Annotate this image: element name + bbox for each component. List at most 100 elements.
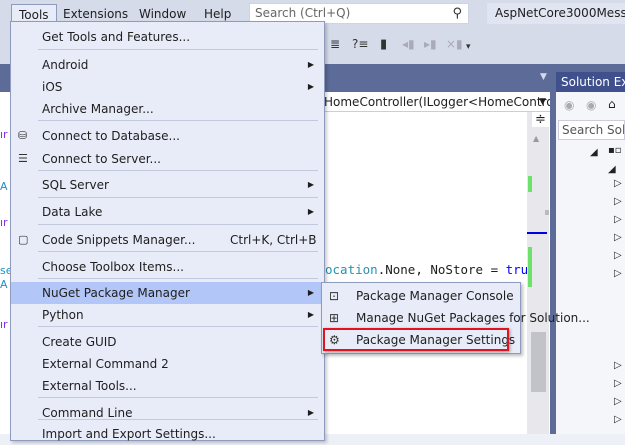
package-icon: ⊞ [329, 311, 340, 325]
menu-item-import-and-export-settings[interactable]: Import and Export Settings... [11, 423, 324, 445]
bookmark-icon[interactable]: ▮ [380, 37, 387, 52]
menu-item-connect-to-server[interactable]: ☰ Connect to Server... [11, 148, 324, 170]
tab-dropdown-icon[interactable]: ▼ [540, 72, 547, 82]
clear-bookmark-icon[interactable]: ×▮ [446, 37, 463, 51]
menu-item-ios[interactable]: iOS ▶ [11, 76, 324, 98]
comment-icon[interactable]: ?≡ [352, 37, 368, 51]
menu-item-label: iOS [42, 80, 63, 94]
menu-item-external-command-2[interactable]: External Command 2 [11, 353, 324, 375]
scroll-up-icon[interactable]: ▲ [533, 134, 539, 143]
submenu-item-manage-nuget-packages-for-solution[interactable]: ⊞ Manage NuGet Packages for Solution... [322, 307, 590, 329]
menu-item-label: Archive Manager... [42, 102, 154, 116]
snippet-icon: ▢ [18, 233, 29, 246]
change-marker [528, 176, 532, 192]
submenu-arrow-icon: ▶ [307, 60, 314, 69]
highlight-box [323, 328, 509, 351]
collapse-icon[interactable]: ▷ [614, 214, 622, 225]
submenu-arrow-icon: ▶ [307, 310, 314, 319]
menu-item-label: Command Line [42, 406, 133, 420]
forward-icon[interactable]: ◉ [586, 98, 596, 112]
scroll-thumb[interactable] [531, 332, 546, 392]
collapse-icon[interactable]: ▷ [614, 414, 622, 425]
submenu-arrow-icon: ▶ [307, 288, 314, 297]
menu-item-label: Import and Export Settings... [42, 427, 216, 441]
collapse-icon[interactable]: ▷ [614, 378, 622, 389]
window-title: AspNetCore3000Messag [487, 3, 625, 24]
database-icon: ⛁ [18, 129, 28, 142]
code-line: ocation.None, NoStore = true) [325, 262, 543, 277]
split-icon[interactable]: ≑ [532, 112, 549, 127]
solution-icon: ▪▫ [608, 145, 622, 156]
member-nav-label: HomeController(ILogger<HomeControl [324, 95, 550, 109]
back-icon[interactable]: ◉ [564, 98, 574, 112]
menu-item-label: Get Tools and Features... [42, 30, 191, 44]
menu-separator [38, 49, 318, 50]
menu-separator [38, 224, 318, 225]
submenu-arrow-icon: ▶ [307, 408, 314, 417]
collapse-icon[interactable]: ▷ [614, 196, 622, 207]
menu-item-label: Code Snippets Manager... [42, 233, 196, 247]
menu-separator [38, 251, 318, 252]
menu-separator [38, 278, 318, 279]
collapse-icon[interactable]: ▷ [614, 250, 622, 261]
menu-separator [38, 397, 318, 398]
expand-icon[interactable]: ◢ [608, 164, 616, 175]
collapse-icon[interactable]: ▷ [614, 268, 622, 279]
menu-separator [38, 326, 318, 327]
solution-explorer-title: Solution Exp [556, 72, 625, 92]
menu-item-external-tools[interactable]: External Tools... [11, 375, 324, 397]
menu-separator [38, 197, 318, 198]
menu-item-label: Python [42, 308, 84, 322]
menu-item-label: Connect to Server... [42, 152, 161, 166]
editor-scrollbar[interactable]: ≑ ▲ [527, 112, 549, 434]
collapse-icon[interactable]: ▷ [614, 360, 622, 371]
menu-separator [38, 120, 318, 121]
search-icon: ⚲ [452, 6, 462, 21]
menu-item-android[interactable]: Android ▶ [11, 54, 324, 76]
overflow-icon[interactable]: ▾ [466, 42, 471, 52]
submenu-item-label: Manage NuGet Packages for Solution... [356, 311, 590, 325]
menu-item-choose-toolbox-items[interactable]: Choose Toolbox Items... [11, 256, 324, 278]
menu-item-label: External Tools... [42, 379, 137, 393]
submenu-arrow-icon: ▶ [307, 180, 314, 189]
submenu-arrow-icon: ▶ [307, 207, 314, 216]
menu-item-label: SQL Server [42, 178, 109, 192]
menu-item-create-guid[interactable]: Create GUID [11, 331, 324, 353]
submenu-item-label: Package Manager Console [356, 289, 514, 303]
menu-item-get-tools-and-features[interactable]: Get Tools and Features... [11, 26, 324, 48]
menu-item-archive-manager[interactable]: Archive Manager... [11, 98, 324, 120]
expand-icon[interactable]: ◢ [590, 147, 598, 158]
menu-item-command-line[interactable]: Command Line ▶ [11, 402, 324, 424]
solution-search-input[interactable]: Search Solut [558, 120, 625, 140]
collapse-icon[interactable]: ▷ [614, 396, 622, 407]
menu-item-label: External Command 2 [42, 357, 169, 371]
menu-item-label: Connect to Database... [42, 129, 180, 143]
prev-bookmark-icon[interactable]: ◂▮ [402, 37, 415, 51]
menu-item-sql-server[interactable]: SQL Server ▶ [11, 174, 324, 196]
menu-separator [38, 170, 318, 171]
menu-item-data-lake[interactable]: Data Lake ▶ [11, 201, 324, 223]
collapse-icon[interactable]: ▷ [614, 232, 622, 243]
console-icon: ⊡ [329, 289, 340, 303]
collapse-icon[interactable]: ▷ [614, 178, 622, 189]
menu-item-label: Create GUID [42, 335, 117, 349]
chevron-down-icon: ▼ [539, 97, 546, 107]
menu-item-python[interactable]: Python ▶ [11, 304, 324, 326]
search-placeholder: Search (Ctrl+Q) [255, 6, 351, 20]
next-bookmark-icon[interactable]: ▸▮ [424, 37, 437, 51]
scroll-marker [545, 210, 549, 215]
menu-item-code-snippets-manager[interactable]: ▢ Code Snippets Manager... Ctrl+K, Ctrl+B [11, 229, 324, 251]
submenu-item-package-manager-console[interactable]: ⊡ Package Manager Console [322, 285, 520, 307]
indent-icon[interactable]: ≣ [330, 37, 340, 51]
solution-explorer: ◉ ◉ ⌂ ◢ ▪▫ ◢ ▷ ▷ ▷ ▷ ▷ ▷ ▷ ▷ ▷ ▷ [556, 92, 625, 434]
menu-item-nuget-package-manager[interactable]: NuGet Package Manager ▶ [11, 282, 324, 304]
member-nav-dropdown[interactable]: HomeController(ILogger<HomeControl ▼ [320, 92, 550, 112]
home-icon[interactable]: ⌂ [608, 97, 616, 111]
menu-item-label: Data Lake [42, 205, 103, 219]
menu-item-connect-to-database[interactable]: ⛁ Connect to Database... [11, 125, 324, 147]
menu-item-shortcut: Ctrl+K, Ctrl+B [230, 233, 317, 247]
tools-menu: Get Tools and Features... Android ▶ iOS ▶ Arc… [10, 21, 325, 441]
server-icon: ☰ [18, 152, 28, 165]
code-type: ocation [325, 262, 378, 277]
submenu-arrow-icon: ▶ [307, 82, 314, 91]
